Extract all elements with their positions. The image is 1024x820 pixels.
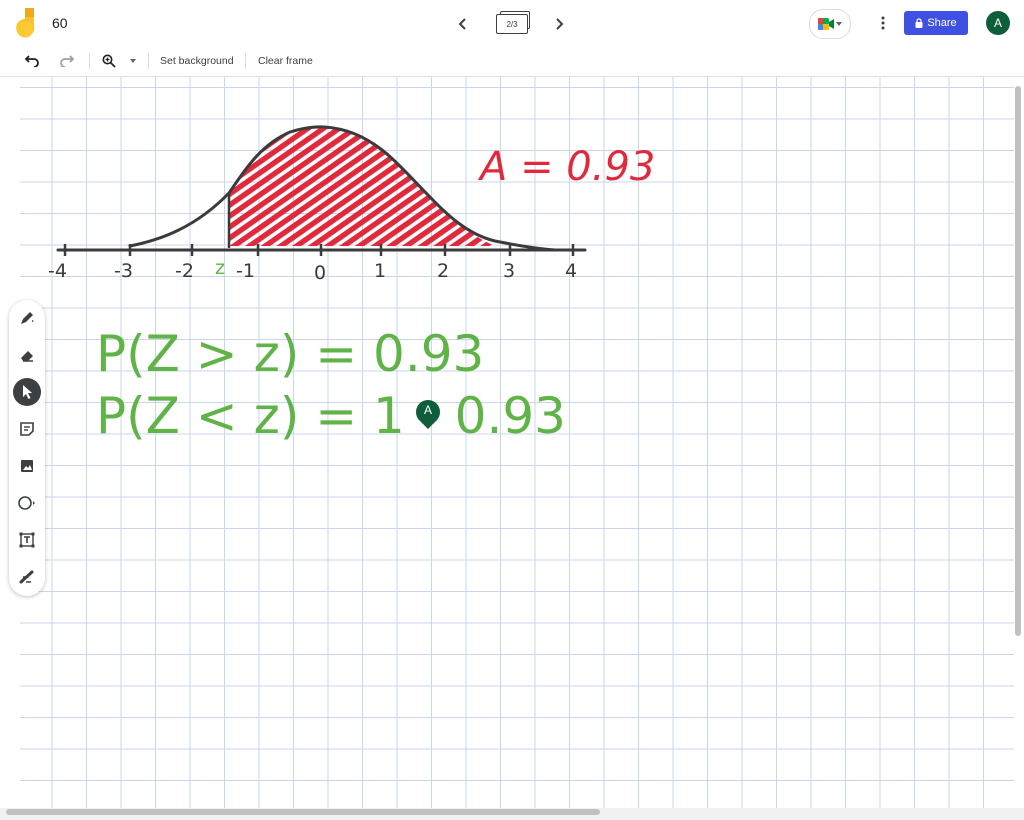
whiteboard-canvas[interactable] <box>20 77 1014 808</box>
redo-button[interactable] <box>57 51 77 71</box>
text-box-tool-button[interactable] <box>13 526 41 554</box>
eraser-tool-button[interactable] <box>13 341 41 369</box>
sticky-note-tool-button[interactable] <box>13 415 41 443</box>
toolbar-divider <box>245 53 246 69</box>
pen-icon <box>21 312 34 324</box>
editing-toolbar: Set background Clear frame <box>0 46 1024 77</box>
chevron-right-icon <box>556 18 564 30</box>
shape-tool-button[interactable] <box>13 489 41 517</box>
select-icon <box>23 385 32 399</box>
chevron-left-icon <box>458 18 466 30</box>
jamboard-logo-icon <box>16 8 35 38</box>
toolbar-divider <box>89 53 90 69</box>
undo-button[interactable] <box>22 51 42 71</box>
lock-icon <box>915 18 923 28</box>
eraser-icon <box>21 351 33 362</box>
toolbar-divider <box>148 53 149 69</box>
horizontal-scrollbar[interactable] <box>6 809 600 815</box>
redo-icon <box>60 55 74 67</box>
caret-down-icon <box>130 59 136 63</box>
vertical-scrollbar[interactable] <box>1015 86 1021 636</box>
zoom-dropdown-button[interactable] <box>123 51 143 71</box>
undo-icon <box>25 55 39 67</box>
top-bar: 60 2/3 Share A <box>0 0 1024 46</box>
clear-frame-button[interactable]: Clear frame <box>258 55 313 67</box>
meet-button[interactable] <box>809 9 851 39</box>
zoom-button[interactable] <box>99 51 119 71</box>
sticky-note-icon <box>20 422 34 436</box>
set-background-button[interactable]: Set background <box>160 55 234 67</box>
more-vert-icon <box>881 16 885 30</box>
circle-icon <box>18 496 35 510</box>
image-tool-button[interactable] <box>13 452 41 480</box>
previous-frame-button[interactable] <box>452 13 474 35</box>
text-box-icon <box>19 532 35 548</box>
frame-indicator-button[interactable]: 2/3 <box>494 11 530 35</box>
next-frame-button[interactable] <box>548 13 570 35</box>
document-title[interactable]: 60 <box>52 15 68 31</box>
select-tool-button[interactable] <box>13 378 41 406</box>
collaborator-cursor-label: A <box>423 403 432 417</box>
caret-down-icon <box>836 22 842 26</box>
share-button[interactable]: Share <box>904 11 968 35</box>
meet-icon <box>818 18 834 30</box>
share-label: Share <box>927 17 957 29</box>
avatar-initial: A <box>993 16 1002 30</box>
zoom-in-icon <box>102 54 116 68</box>
tool-palette <box>9 300 45 596</box>
account-avatar[interactable]: A <box>986 11 1010 35</box>
laser-tool-button[interactable] <box>13 563 41 591</box>
image-icon <box>21 460 33 472</box>
pen-tool-button[interactable] <box>13 304 41 332</box>
laser-icon <box>19 570 34 584</box>
frame-indicator-text: 2/3 <box>506 19 518 29</box>
more-options-button[interactable] <box>872 12 894 34</box>
